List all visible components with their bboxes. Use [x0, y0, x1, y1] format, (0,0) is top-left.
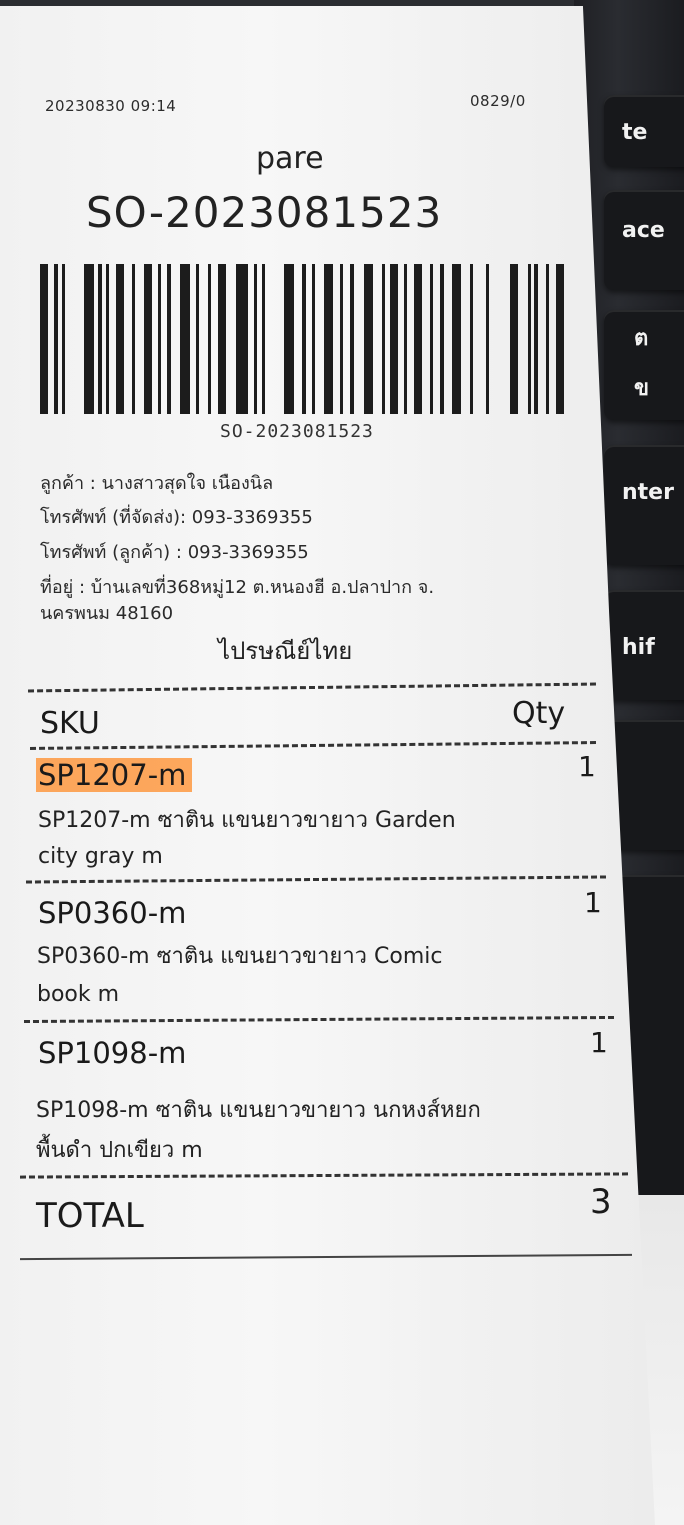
shipping-phone: โทรศัพท์ (ที่จัดส่ง): 093-3369355	[40, 507, 313, 528]
item-description: SP0360-m ซาติน แขนยาวขายาว Comic	[37, 944, 443, 969]
item-sku: SP1098-m	[38, 1036, 187, 1070]
item-qty: 1	[578, 750, 596, 783]
key-backspace: ace	[604, 190, 684, 290]
item-sku: SP1207-m	[36, 758, 193, 792]
item-description: SP1098-m ซาติน แขนยาวขายาว นกหงส์หยก	[36, 1098, 481, 1123]
receipt-paper: 20230830 09:14 0829/0 pare SO-2023081523…	[0, 6, 655, 1525]
order-barcode	[40, 264, 564, 414]
address-line-2: นครพนม 48160	[40, 603, 174, 624]
carrier-name: ไปรษณีย์ไทย	[218, 637, 353, 665]
total-value: 3	[590, 1182, 612, 1222]
order-number: SO-2023081523	[86, 188, 443, 237]
key-thai-1: ตข	[604, 310, 684, 420]
barcode-text: SO-2023081523	[220, 421, 374, 442]
receipt-ref: 0829/0	[470, 92, 526, 110]
item-description: SP1207-m ซาติน แขนยาวขายาว Garden	[38, 808, 456, 833]
bottom-rule	[20, 1253, 632, 1261]
sku-highlight: SP1207-m	[36, 758, 193, 792]
divider	[19, 1172, 629, 1179]
divider	[28, 682, 596, 693]
total-label: TOTAL	[36, 1196, 144, 1236]
key-enter: nter	[604, 445, 684, 565]
divider	[29, 741, 597, 750]
key-shift: hif	[604, 590, 684, 700]
customer-name: ลูกค้า : นางสาวสุดใจ เนืองนิล	[40, 473, 274, 494]
divider	[25, 875, 607, 884]
shop-name: pare	[256, 141, 324, 176]
address-line-1: ที่อยู่ : บ้านเลขที่368หมู่12 ต.หนองฮี อ…	[40, 577, 435, 598]
customer-phone: โทรศัพท์ (ลูกค้า) : 093-3369355	[40, 542, 309, 563]
item-qty: 1	[584, 886, 602, 919]
item-description: city gray m	[38, 844, 163, 869]
receipt-datetime: 20230830 09:14	[45, 97, 177, 115]
item-description: พื้นดำ ปกเขียว m	[36, 1138, 203, 1163]
key-delete: te	[604, 95, 684, 167]
item-qty: 1	[590, 1026, 608, 1059]
qty-header: Qty	[512, 696, 566, 731]
item-sku: SP0360-m	[38, 896, 187, 930]
divider	[23, 1015, 615, 1024]
sku-header: SKU	[40, 706, 100, 741]
item-description: book m	[37, 982, 120, 1007]
